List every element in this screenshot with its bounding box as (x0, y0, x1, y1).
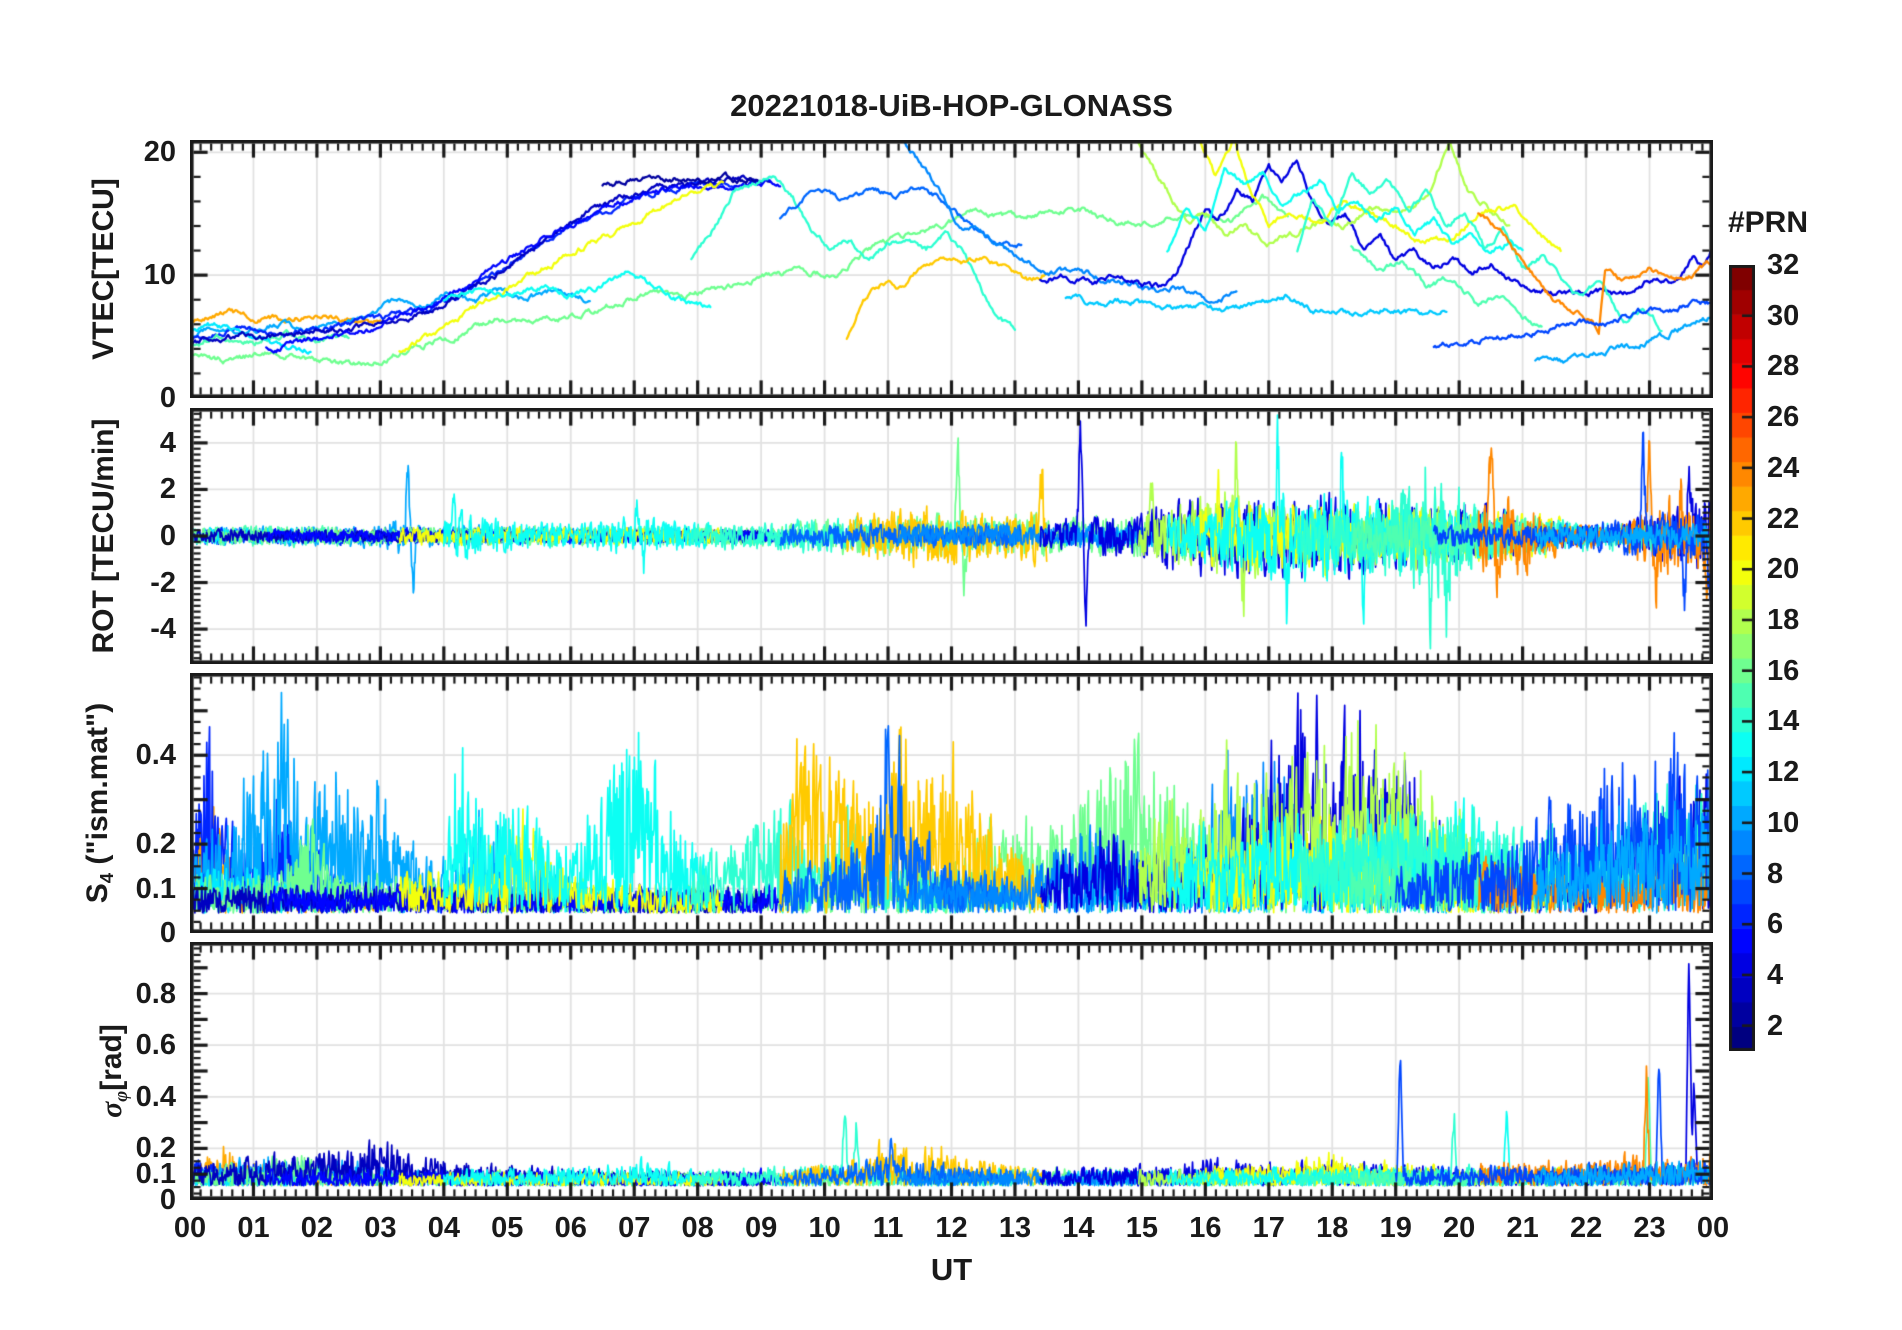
y-axis-label-vtec: VTEC[TECU] (87, 178, 121, 360)
colorbar-canvas (1729, 265, 1755, 1051)
s4-panel-canvas (190, 673, 1713, 933)
x-axis-label: UT (930, 1252, 973, 1287)
y-tick-label-sigmaphi: 0.8 (135, 977, 176, 1010)
colorbar-tick-label: 28 (1767, 350, 1800, 383)
colorbar-tick-label: 6 (1767, 908, 1784, 941)
vtec-panel-canvas (190, 140, 1713, 398)
colorbar-tick-label: 22 (1767, 502, 1800, 535)
y-axis-label-part: ("ism.mat") (81, 702, 114, 873)
figure-root: 20221018-UiB-HOP-GLONASS #PRN UT 0 10 20 VT… (0, 0, 1902, 1330)
y-axis-label-s4: S4 ("ism.mat") (81, 702, 117, 904)
colorbar-tick-label: 8 (1767, 857, 1784, 890)
y-tick-label-vtec: 20 (143, 136, 176, 169)
rot-panel-canvas (190, 408, 1713, 664)
colorbar-tick-label: 24 (1767, 451, 1800, 484)
y-axis-label-part: ROT [TECU/min] (87, 418, 120, 654)
colorbar-title: #PRN (1727, 206, 1809, 239)
colorbar-tick-label: 2 (1767, 1009, 1784, 1042)
y-axis-label-part: [rad] (95, 1024, 128, 1091)
colorbar-tick-label: 18 (1767, 603, 1800, 636)
y-tick-label-s4: 0 (159, 917, 176, 949)
sigmaphi-panel-canvas (190, 942, 1713, 1200)
y-tick-label-vtec: 0 (159, 382, 176, 414)
y-axis-label-part: S (81, 883, 114, 904)
y-axis-label-part: VTEC[TECU] (87, 178, 120, 360)
colorbar-tick-label: 10 (1767, 806, 1800, 839)
colorbar-tick-label: 26 (1767, 401, 1800, 434)
plot-title: 20221018-UiB-HOP-GLONASS (730, 88, 1173, 123)
colorbar-tick-label: 32 (1767, 249, 1800, 281)
y-tick-label-sigmaphi: 0.2 (135, 1132, 176, 1165)
y-axis-label-part: φ (110, 1090, 132, 1102)
y-axis-label-part: σ (95, 1101, 128, 1118)
colorbar-tick-label: 30 (1767, 299, 1800, 332)
y-axis-label-sigmaphi: σφ[rad] (95, 1024, 132, 1118)
colorbar-tick-label: 12 (1767, 756, 1800, 789)
colorbar-tick-label: 20 (1767, 553, 1800, 586)
colorbar-tick-label: 4 (1767, 958, 1784, 991)
colorbar-tick-label: 16 (1767, 654, 1800, 687)
y-axis-label-rot: ROT [TECU/min] (87, 419, 121, 654)
colorbar-tick-label: 14 (1767, 705, 1800, 738)
y-axis-label-part: 4 (95, 872, 117, 884)
x-tick-label: 00 (1696, 1212, 1730, 1244)
